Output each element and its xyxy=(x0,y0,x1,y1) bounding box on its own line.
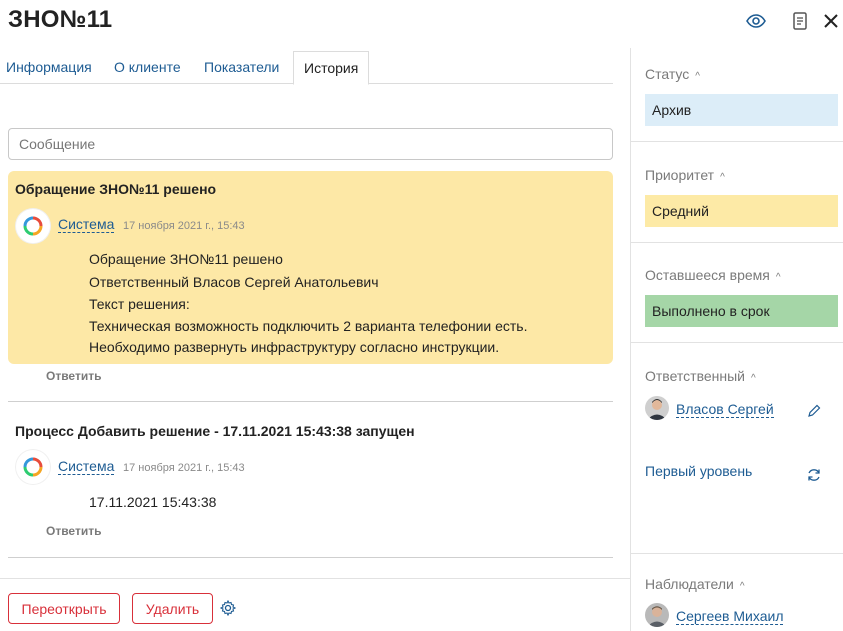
timestamp: 17 ноября 2021 г., 15:43 xyxy=(123,462,245,474)
footer-divider xyxy=(0,578,630,579)
sidebar-divider xyxy=(631,242,843,243)
tab-about-client[interactable]: О клиенте xyxy=(114,51,181,84)
gear-icon[interactable] xyxy=(219,599,237,617)
system-avatar xyxy=(16,450,50,484)
chevron-up-icon: ^ xyxy=(750,373,756,384)
system-avatar xyxy=(16,209,50,243)
watchers-label[interactable]: Наблюдатели ^ xyxy=(645,576,745,592)
history-item: Обращение ЗНО№11 решено Система 17 ноябр… xyxy=(8,171,613,364)
message-line: Текст решения: xyxy=(89,296,190,312)
chevron-up-icon: ^ xyxy=(775,272,781,283)
sidebar-divider xyxy=(631,141,843,142)
delete-button[interactable]: Удалить xyxy=(132,593,213,624)
timestamp: 17 ноября 2021 г., 15:43 xyxy=(123,220,245,232)
header: ЗНО№11 xyxy=(0,0,843,44)
tab-indicators[interactable]: Показатели xyxy=(204,51,279,84)
responsible-person-link[interactable]: Власов Сергей xyxy=(676,402,774,418)
watcher-person-link[interactable]: Сергеев Михаил xyxy=(676,609,784,625)
reply-button[interactable]: Ответить xyxy=(46,369,101,383)
remaining-time-value[interactable]: Выполнено в срок xyxy=(645,295,838,327)
sidebar-divider xyxy=(631,553,843,554)
author-link[interactable]: Система xyxy=(58,217,115,233)
reopen-button[interactable]: Переоткрыть xyxy=(8,593,120,624)
status-label[interactable]: Статус ^ xyxy=(645,66,700,82)
message-line: Ответственный Власов Сергей Анатольевич xyxy=(89,274,379,290)
close-icon[interactable] xyxy=(820,10,842,32)
responsible-group-link[interactable]: Первый уровень xyxy=(645,463,752,479)
message-line: 17.11.2021 15:43:38 xyxy=(89,494,217,510)
priority-value[interactable]: Средний xyxy=(645,195,838,227)
author-link[interactable]: Система xyxy=(58,459,115,475)
tab-bar: Информация О клиенте Показатели История xyxy=(0,51,613,85)
tab-information[interactable]: Информация xyxy=(6,51,92,84)
page-title: ЗНО№11 xyxy=(8,6,113,33)
divider xyxy=(8,557,613,558)
history-item-title: Процесс Добавить решение - 17.11.2021 15… xyxy=(15,423,415,439)
responsible-label[interactable]: Ответственный ^ xyxy=(645,368,756,384)
avatar xyxy=(645,603,669,627)
priority-label[interactable]: Приоритет ^ xyxy=(645,167,725,183)
reply-button[interactable]: Ответить xyxy=(46,524,101,538)
system-logo-icon xyxy=(23,216,43,236)
system-logo-icon xyxy=(23,457,43,477)
chevron-up-icon: ^ xyxy=(720,172,725,183)
sidebar-divider xyxy=(631,342,843,343)
document-icon[interactable] xyxy=(789,10,811,32)
chevron-up-icon: ^ xyxy=(695,71,700,82)
message-line: Обращение ЗНО№11 решено xyxy=(89,251,283,267)
eye-icon[interactable] xyxy=(745,10,767,32)
pencil-icon[interactable] xyxy=(806,403,824,421)
message-line: Техническая возможность подключить 2 вар… xyxy=(89,318,528,334)
chevron-up-icon: ^ xyxy=(739,581,745,592)
message-input[interactable] xyxy=(8,128,613,160)
sidebar-separator xyxy=(630,48,631,631)
refresh-icon[interactable] xyxy=(806,467,824,485)
status-value[interactable]: Архив xyxy=(645,94,838,126)
message-line: Необходимо развернуть инфраструктуру сог… xyxy=(89,339,500,355)
avatar xyxy=(645,396,669,420)
tab-history[interactable]: История xyxy=(293,51,370,85)
remaining-time-label[interactable]: Оставшееся время ^ xyxy=(645,267,781,283)
history-item-title: Обращение ЗНО№11 решено xyxy=(15,181,217,197)
